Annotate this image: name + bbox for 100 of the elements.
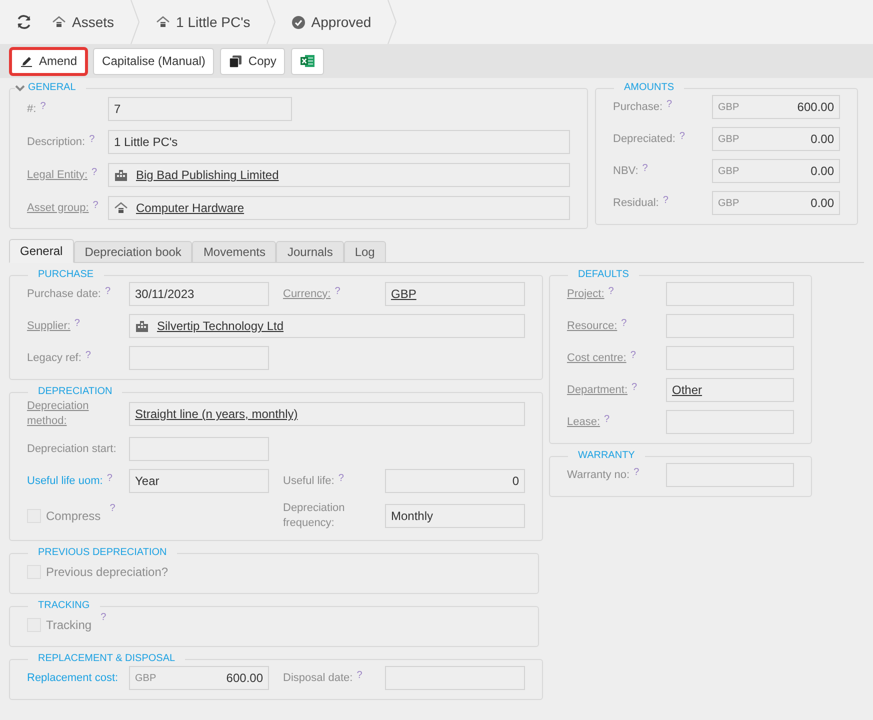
input-field[interactable]: 0 [385,469,525,493]
toolbar-button[interactable]: Capitalise (Manual) [93,48,214,74]
pencil-icon [20,55,33,67]
input-field[interactable]: 30/11/2023 [129,282,269,306]
help-mark[interactable]: ? [74,318,80,328]
house-box-icon [52,16,66,28]
export-button[interactable] [291,48,324,74]
input-field[interactable] [385,666,525,690]
input-field[interactable]: Silvertip Technology Ltd [129,314,525,338]
spreadsheet-icon [300,54,316,68]
section-title: DEFAULTS [578,269,629,281]
input-field[interactable]: GBP 0.00 [712,159,840,183]
help-mark[interactable]: ? [666,100,672,110]
building-icon [135,320,149,332]
help-mark[interactable]: ? [608,286,614,296]
field-label: Useful life: [283,474,334,488]
help-mark[interactable]: ? [89,134,95,144]
field-label[interactable]: Project: [567,286,604,302]
checkbox-label: Compress [46,508,101,525]
field-label[interactable]: Cost centre: [567,350,626,366]
help-mark[interactable]: ? [356,670,362,680]
field-label[interactable]: Currency: [283,286,331,302]
refresh-icon[interactable] [16,14,32,30]
field-label: #: [27,102,36,116]
help-mark[interactable]: ? [621,318,627,328]
help-mark[interactable]: ? [642,164,648,174]
tab[interactable]: Depreciation book [74,241,192,263]
input-field[interactable]: GBP [385,282,525,306]
field-label: Warranty no: [567,468,630,482]
input-field[interactable] [666,346,794,370]
input-field[interactable]: GBP 0.00 [712,127,840,151]
field-label[interactable]: Depreciation method: [27,399,129,429]
input-field[interactable]: Big Bad Publishing Limited [108,163,570,187]
help-mark[interactable]: ? [92,200,98,210]
field-label[interactable]: Resource: [567,318,618,334]
tab[interactable]: Movements [192,241,276,263]
tab[interactable]: Journals [276,241,344,263]
help-mark[interactable]: ? [604,414,610,424]
field-label: NBV: [613,164,638,178]
field-label: Useful life uom: [27,474,103,488]
tab[interactable]: Log [344,241,386,263]
field-label[interactable]: Legal Entity: [27,168,88,182]
field-label: Depreciation frequency: [283,501,346,531]
input-field[interactable]: GBP 0.00 [712,191,840,215]
input-field[interactable]: Computer Hardware [108,196,570,220]
help-mark[interactable]: ? [106,474,112,484]
field-label[interactable]: Asset group: [27,200,89,216]
field-label: Depreciation start: [27,442,116,456]
check-circle-icon [292,16,306,28]
help-mark[interactable]: ? [40,102,46,112]
section-title: DEPRECIATION [38,386,112,398]
section-title: GENERAL [28,82,76,94]
help-mark[interactable]: ? [105,286,111,296]
checkbox-label: Tracking [46,617,92,634]
field-label: Legacy ref: [27,350,82,366]
field-label[interactable]: Department: [567,382,628,398]
help-mark[interactable]: ? [85,350,91,360]
input-field[interactable] [666,282,794,306]
input-field[interactable]: 1 Little PC's [108,130,570,154]
input-field[interactable]: GBP 600.00 [129,666,269,690]
breadcrumb-item[interactable]: Assets [72,12,114,32]
help-mark[interactable]: ? [662,196,668,206]
input-field[interactable] [129,437,269,461]
input-field[interactable]: Other [666,378,794,402]
toolbar-button[interactable]: Copy [220,48,286,74]
input-field[interactable] [666,410,794,434]
chevron-down-icon[interactable] [15,84,25,92]
input-field[interactable]: Year [129,469,269,493]
house-box-icon [114,202,128,214]
help-mark[interactable]: ? [679,132,685,142]
input-field[interactable]: Monthly [385,504,525,528]
help-mark[interactable]: ? [338,474,344,484]
help-mark[interactable]: ? [110,504,116,514]
help-mark[interactable]: ? [630,350,636,360]
breadcrumb-item[interactable]: Approved [311,12,372,32]
input-field[interactable] [666,314,794,338]
field-label[interactable]: Lease: [567,414,600,430]
toolbar-button[interactable]: Amend [10,48,88,74]
input-field[interactable]: GBP 600.00 [712,95,840,119]
section-title: REPLACEMENT & DISPOSAL [38,653,176,665]
input-field[interactable]: Straight line (n years, monthly) [129,402,525,426]
field-label: Description: [27,134,86,150]
copy-icon [229,54,242,68]
field-label: Replacement cost: [27,670,118,686]
field-label: Residual: [613,196,659,210]
section-title: WARRANTY [578,450,635,462]
help-mark[interactable]: ? [632,382,638,392]
field-label: Depreciated: [613,132,676,146]
input-field[interactable]: 7 [108,97,292,121]
input-field[interactable] [129,346,269,370]
help-mark[interactable]: ? [92,168,98,178]
tab[interactable]: General [9,239,74,263]
help-mark[interactable]: ? [100,613,106,623]
field-label: Purchase date: [27,286,101,302]
building-icon [114,169,128,181]
field-label[interactable]: Supplier: [27,318,70,334]
breadcrumb-item[interactable]: 1 Little PC's [176,12,250,32]
help-mark[interactable]: ? [334,286,340,296]
input-field[interactable] [666,463,794,487]
help-mark[interactable]: ? [634,468,640,478]
